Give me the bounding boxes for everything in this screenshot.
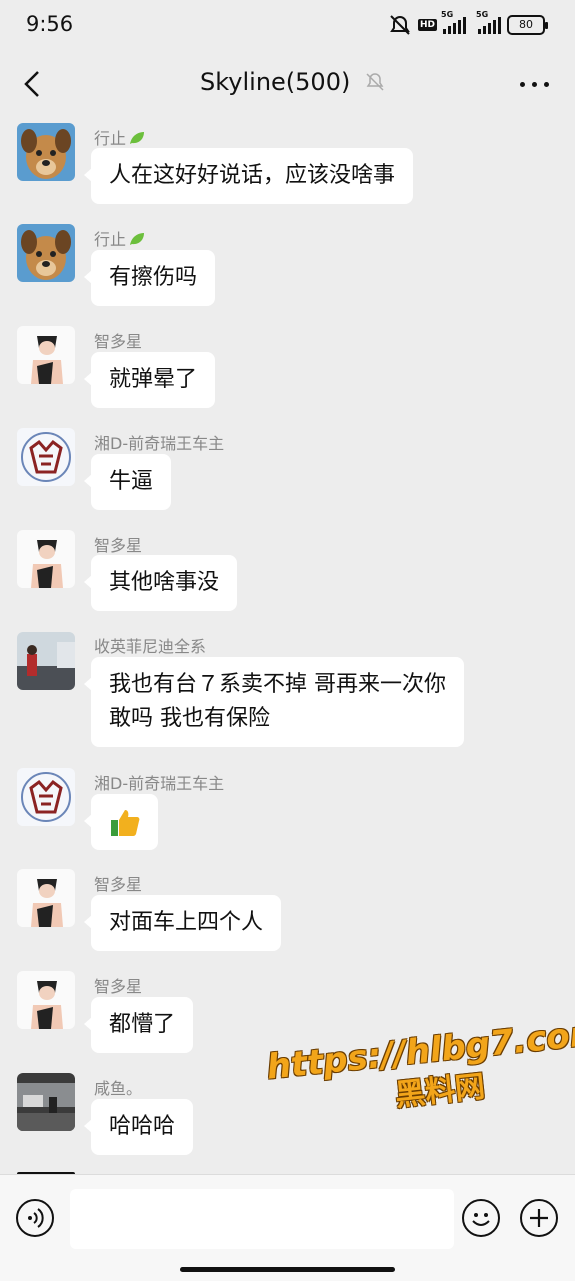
message-bubble[interactable]: 有擦伤吗 — [83, 250, 216, 306]
status-time: 9:56 — [26, 12, 74, 36]
smile-icon[interactable] — [462, 1199, 500, 1237]
avatar-sketch[interactable] — [17, 326, 75, 384]
home-indicator[interactable] — [180, 1267, 395, 1272]
sender-name: 智多星 — [94, 332, 143, 351]
message-bubble[interactable] — [84, 794, 158, 850]
chat-header: Skyline(500) — [0, 52, 575, 116]
sender-name: 行止 — [94, 125, 146, 149]
message-bubble[interactable]: 我也有台７系卖不掉 哥再来一次你 敢吗 我也有保险 — [84, 657, 464, 747]
message-bubble[interactable]: 对面车上四个人 — [83, 895, 282, 951]
avatar-dog[interactable] — [17, 224, 75, 282]
chat-title-wrap: Skyline(500) — [200, 68, 386, 96]
message-input[interactable] — [70, 1189, 454, 1249]
signal-icon-2: 5G — [476, 10, 501, 34]
message-bubble[interactable]: 其他啥事没 — [83, 555, 238, 611]
message-bubble[interactable]: 都懵了 — [83, 997, 194, 1053]
chat-title: Skyline(500) — [200, 68, 351, 96]
sender-name: 收英菲尼迪全系 — [94, 637, 207, 656]
avatar-photo[interactable] — [17, 632, 75, 690]
sender-name: 智多星 — [94, 977, 143, 996]
chevron-left-icon[interactable] — [18, 68, 50, 100]
leaf-icon — [130, 132, 145, 144]
mute-status-icon — [390, 15, 410, 35]
signal-icon-1: 5G — [441, 10, 466, 34]
hd-badge: HD — [417, 19, 437, 31]
avatar-sketch[interactable] — [17, 971, 75, 1029]
sender-name: 湘D-前奇瑞王车主 — [94, 434, 225, 453]
status-bar: 9:56 HD 5G 5G 80 — [0, 0, 575, 52]
avatar-dog[interactable] — [17, 123, 75, 181]
plus-icon[interactable] — [520, 1199, 558, 1237]
sender-name: 智多星 — [94, 536, 143, 555]
thumbs-up-icon — [111, 810, 140, 836]
avatar-emblem[interactable] — [17, 428, 75, 486]
sender-name: 行止 — [94, 226, 146, 250]
message-bubble[interactable]: 人在这好好说话，应该没啥事 — [83, 148, 414, 204]
watermark: https://hlbg7.com 黑料网 — [265, 1012, 575, 1127]
sender-name: 湘D-前奇瑞王车主 — [94, 774, 225, 793]
avatar-sketch[interactable] — [17, 530, 75, 588]
avatar-emblem[interactable] — [17, 768, 75, 826]
message-bubble[interactable]: 牛逼 — [83, 454, 172, 510]
status-icons: HD 5G 5G 80 — [388, 10, 548, 36]
avatar-street[interactable] — [17, 1073, 75, 1131]
voice-icon[interactable] — [16, 1199, 54, 1237]
message-bubble[interactable]: 哈哈哈 — [83, 1099, 194, 1155]
message-bubble[interactable]: 就弹晕了 — [83, 352, 216, 408]
sender-name: 智多星 — [94, 875, 143, 894]
sender-name: 咸鱼。 — [94, 1079, 143, 1098]
avatar-sketch[interactable] — [17, 869, 75, 927]
bell-off-icon — [366, 73, 384, 91]
battery-indicator: 80 — [507, 15, 548, 35]
input-bar — [0, 1174, 575, 1281]
leaf-icon — [130, 233, 145, 245]
more-dots-icon[interactable] — [520, 82, 549, 87]
